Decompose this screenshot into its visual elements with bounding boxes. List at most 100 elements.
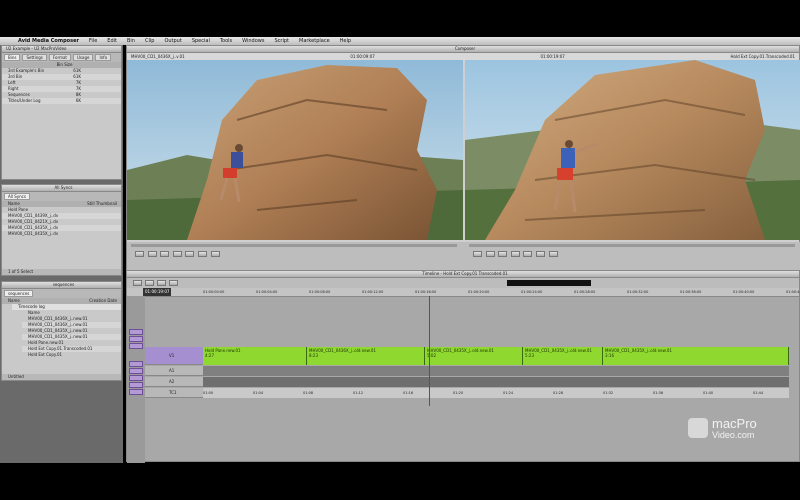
overwrite-button[interactable] [210, 251, 220, 257]
menu-marketplace[interactable]: Marketplace [299, 38, 330, 44]
ruler-tick-label: 01:00:36:00 [680, 290, 702, 294]
mark-in-button[interactable] [135, 251, 144, 257]
source-frame-image [127, 60, 463, 240]
timeline-ruler[interactable]: 01:00:19:07 01:00:00:00 01:00:04:00 01:00:… [127, 288, 800, 297]
bin2-title[interactable]: sequences [2, 282, 121, 289]
track-select-7[interactable] [129, 382, 143, 388]
track-select-5[interactable] [129, 368, 143, 374]
composer-window: Composer MHV00_CD1_0436X_j..v.01 01:00:0… [126, 45, 800, 270]
track-a1[interactable] [203, 366, 789, 376]
mark-out-button[interactable] [147, 251, 157, 257]
tc-track-label: 01:36 [653, 391, 664, 395]
bin1-tab[interactable]: All Syncs [4, 193, 30, 200]
track-buttons [127, 296, 145, 463]
extract-button[interactable] [548, 251, 558, 257]
step-back-button[interactable] [160, 251, 170, 257]
rec-mark-out-button[interactable] [485, 251, 495, 257]
track-area: V1 A1 A2 TC1 Hold Pane.new.01 4:27 MHV00_C… [145, 347, 800, 403]
clip-duration: 8:23 [309, 353, 318, 358]
watermark-logo [688, 418, 708, 438]
menu-help[interactable]: Help [340, 38, 351, 44]
tab-usage[interactable]: Usage [73, 54, 94, 61]
track-tc1[interactable]: 01:00 01:04 01:08 01:12 01:16 01:20 01:24 01:28… [203, 388, 789, 398]
track-select-4[interactable] [129, 361, 143, 367]
timeline-title[interactable]: Timeline - Hold Ext Copy.01 Transcoded.0… [127, 271, 799, 278]
record-monitor[interactable] [465, 60, 800, 240]
tc-track-label: 01:08 [303, 391, 314, 395]
timeline-clip[interactable]: MHV00_CD1_0435X_j..old.new.01 5:02 [425, 347, 523, 365]
position-indicator[interactable] [429, 296, 430, 406]
bin1-list: Hold Pane MHV00_CD1_0439X_j..dv MHV00_CD1_… [2, 207, 121, 237]
menu-clip[interactable]: Clip [145, 38, 154, 44]
track-select-3[interactable] [129, 343, 143, 349]
lift-button[interactable] [535, 251, 545, 257]
step-forward-button[interactable] [185, 251, 195, 257]
ruler-tick-label: 01:00:44:00 [786, 290, 800, 294]
menu-script[interactable]: Script [274, 38, 289, 44]
clip-duration: 3:16 [605, 353, 614, 358]
source-position-bar[interactable] [131, 244, 457, 247]
record-position-bar[interactable] [469, 244, 795, 247]
timeline-clip[interactable]: MHV00_CD1_0436X_j..old.new.01 8:23 [307, 347, 425, 365]
timeline-toolbar [127, 278, 799, 288]
composer-title[interactable]: Composer [127, 46, 799, 53]
menu-windows[interactable]: Windows [242, 38, 264, 44]
timeline-tool-3[interactable] [157, 280, 166, 286]
tab-bins[interactable]: Bins [4, 54, 21, 61]
timeline-tool-1[interactable] [133, 280, 142, 286]
project-rows: 3rd Example's Bin 61K 3rd Bin 61K Left 7K Righ… [2, 68, 121, 104]
track-v1[interactable]: Hold Pane.new.01 4:27 MHV00_CD1_0436X_j..o… [203, 347, 789, 365]
timeline-clip[interactable]: Hold Pane.new.01 4:27 [203, 347, 307, 365]
timeline-clip[interactable]: MHV00_CD1_0435X_j..old.new.01 3:16 [603, 347, 789, 365]
menu-edit[interactable]: Edit [107, 38, 117, 44]
track-a1-label[interactable]: A1 [145, 366, 203, 376]
transport-bar [127, 242, 800, 270]
project-row[interactable]: Titles/Under Log 6K [2, 98, 121, 104]
menu-tools[interactable]: Tools [220, 38, 232, 44]
play-button[interactable] [172, 251, 182, 257]
bin2-footer: Untitled [2, 374, 121, 380]
track-select-1[interactable] [129, 329, 143, 335]
rec-step-back-button[interactable] [498, 251, 508, 257]
track-select-6[interactable] [129, 375, 143, 381]
tab-format[interactable]: Format [48, 54, 71, 61]
track-tc1-label[interactable]: TC1 [145, 388, 203, 398]
watermark-line1: macPro [712, 416, 757, 431]
tc-track-label: 01:40 [703, 391, 714, 395]
timeline-tool-4[interactable] [169, 280, 178, 286]
track-select-8[interactable] [129, 389, 143, 395]
bin1-col-extra[interactable]: Still Thumbnail [87, 201, 117, 207]
menu-output[interactable]: Output [164, 38, 181, 44]
bin1-title[interactable]: All Syncs [2, 185, 121, 192]
rec-mark-in-button[interactable] [473, 251, 482, 257]
bin2-tab[interactable]: sequences [4, 290, 34, 297]
track-a2-label[interactable]: A2 [145, 377, 203, 387]
menu-file[interactable]: File [89, 38, 97, 44]
bin2-item[interactable]: Hold Ext Copy.01 [22, 352, 121, 358]
bin2-col-extra[interactable]: Creation Date [89, 298, 117, 304]
ruler-tick-label: 01:00:28:00 [574, 290, 596, 294]
track-a2[interactable] [203, 377, 789, 387]
track-v1-label[interactable]: V1 [145, 347, 203, 365]
project-tabs: Bins Settings Format Usage Info [2, 53, 121, 62]
menu-bin[interactable]: Bin [127, 38, 135, 44]
tc-track-label: 01:00 [203, 391, 214, 395]
bin1-item[interactable]: MHV00_CD1_0435X_j..dv [2, 231, 121, 237]
clip-duration: 5:23 [525, 353, 534, 358]
project-row-label: Titles/Under Log [8, 98, 41, 103]
tc-track-label: 01:16 [403, 391, 414, 395]
rec-step-forward-button[interactable] [523, 251, 533, 257]
splice-button[interactable] [197, 251, 207, 257]
track-select-2[interactable] [129, 336, 143, 342]
timeline-tool-2[interactable] [145, 280, 154, 286]
rec-play-button[interactable] [510, 251, 520, 257]
timeline-clip[interactable]: MHV00_CD1_0435X_j..old.new.01 5:23 [523, 347, 603, 365]
menu-special[interactable]: Special [192, 38, 210, 44]
app-name[interactable]: Avid Media Composer [18, 38, 79, 44]
source-monitor[interactable] [127, 60, 463, 240]
project-title[interactable]: U2 Example - U2 MacProVideo [2, 46, 121, 53]
tc-track-label: 01:28 [553, 391, 564, 395]
timeline-zoom-display[interactable] [507, 280, 591, 286]
tab-settings[interactable]: Settings [22, 54, 47, 61]
tab-info[interactable]: Info [95, 54, 112, 61]
